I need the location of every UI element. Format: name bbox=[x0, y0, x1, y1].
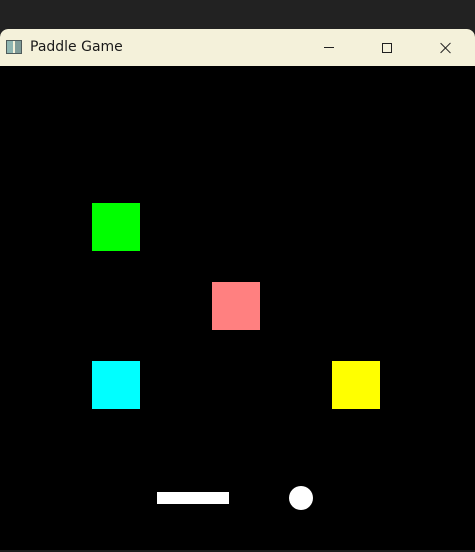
window-titlebar[interactable]: Paddle Game bbox=[0, 29, 475, 66]
paddle-game-window: Paddle Game bbox=[0, 29, 475, 550]
game-canvas[interactable] bbox=[0, 66, 475, 550]
minimize-icon bbox=[324, 47, 334, 48]
window-app-icon bbox=[6, 40, 22, 54]
window-title: Paddle Game bbox=[30, 39, 123, 55]
maximize-button[interactable] bbox=[358, 29, 416, 66]
close-button[interactable] bbox=[417, 29, 475, 66]
close-icon bbox=[440, 42, 452, 54]
player-paddle[interactable] bbox=[157, 492, 229, 504]
yellow-block bbox=[332, 361, 380, 409]
green-block bbox=[92, 203, 140, 251]
minimize-button[interactable] bbox=[300, 29, 358, 66]
cyan-block bbox=[92, 361, 140, 409]
maximize-icon bbox=[382, 42, 392, 53]
desktop-background: Paddle Game bbox=[0, 0, 475, 552]
pink-block bbox=[212, 282, 260, 330]
game-ball bbox=[289, 486, 313, 510]
